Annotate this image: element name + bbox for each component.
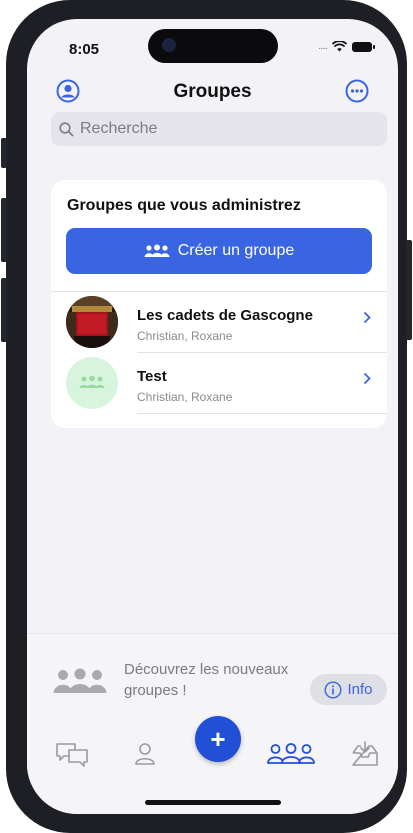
groups-icon	[53, 668, 107, 693]
group-row[interactable]: Les cadets de Gascogne Christian, Roxane	[51, 292, 387, 352]
create-group-button[interactable]: Créer un groupe	[66, 228, 372, 274]
search-icon	[59, 121, 74, 137]
group-members: Christian, Roxane	[137, 329, 233, 343]
groups-icon	[267, 743, 315, 764]
group-name: Les cadets de Gascogne	[137, 307, 313, 324]
admin-groups-card: Groupes que vous administrez Créer un gr…	[51, 180, 387, 428]
header: Groupes	[27, 79, 398, 109]
status-time: 8:05	[69, 41, 100, 58]
info-icon	[324, 680, 342, 699]
chevron-right-icon	[363, 372, 371, 390]
group-avatar-theater	[66, 296, 118, 348]
section-title: Groupes que vous administrez	[67, 197, 301, 214]
phone-frame: 8:05 ..... Groupes Recherche Groupes que…	[1, 0, 412, 833]
mute-switch	[1, 138, 7, 168]
home-indicator	[145, 800, 281, 805]
person-icon	[135, 743, 155, 765]
screen: 8:05 ..... Groupes Recherche Groupes que…	[27, 19, 398, 814]
search-placeholder: Recherche	[80, 120, 158, 137]
create-group-label: Créer un groupe	[177, 242, 295, 259]
new-item-button[interactable]: +	[195, 716, 241, 762]
info-button[interactable]: Info	[310, 674, 387, 705]
volume-down-button	[1, 278, 7, 342]
dynamic-island	[148, 29, 278, 63]
search-input[interactable]: Recherche	[51, 112, 387, 146]
wifi-icon	[332, 41, 347, 52]
group-avatar	[66, 357, 118, 409]
info-label: Info	[347, 681, 373, 698]
volume-up-button	[1, 198, 7, 262]
more-options-icon[interactable]	[345, 79, 369, 103]
discover-text: Découvrez les nouveaux groupes !	[124, 661, 289, 699]
inbox-icon	[352, 741, 378, 766]
tab-discussions[interactable]	[52, 739, 92, 769]
tab-inbox[interactable]	[345, 739, 385, 769]
page-title: Groupes	[173, 81, 252, 102]
tab-contacts[interactable]	[125, 739, 165, 769]
group-members: Christian, Roxane	[137, 390, 233, 404]
chevron-right-icon	[363, 311, 371, 329]
groups-icon	[144, 244, 170, 257]
divider	[137, 413, 387, 414]
group-name: Test	[137, 368, 167, 385]
camera	[162, 38, 176, 52]
groups-icon	[79, 375, 105, 388]
signal-dots-icon: .....	[318, 41, 328, 52]
chat-bubbles-icon	[56, 743, 88, 767]
tab-groups[interactable]	[265, 739, 317, 769]
power-button	[406, 240, 412, 340]
group-row[interactable]: Test Christian, Roxane	[51, 353, 387, 413]
battery-icon	[352, 41, 375, 52]
status-icons: .....	[318, 41, 375, 52]
